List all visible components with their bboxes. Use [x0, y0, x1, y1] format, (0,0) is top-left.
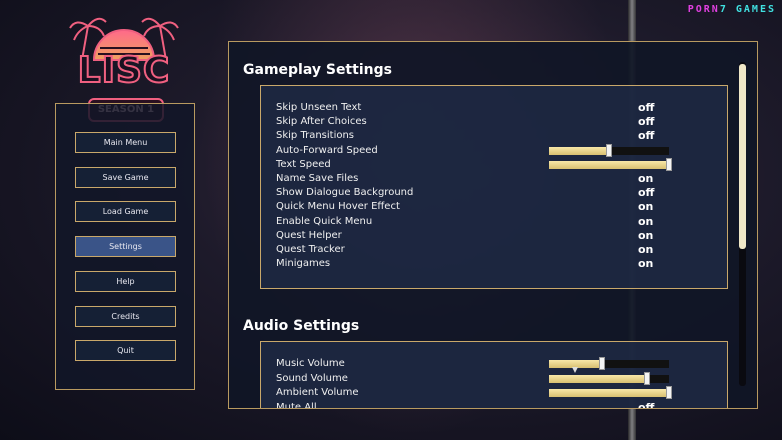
settings-scrollbar[interactable]: [739, 62, 746, 386]
setting-label: Music Volume: [276, 358, 345, 369]
setting-label: Sound Volume: [276, 372, 348, 384]
text-speed-slider[interactable]: [549, 157, 672, 171]
slider-fill: [549, 160, 669, 169]
setting-row-sound-volume: Sound Volume: [276, 371, 716, 386]
ambient-volume-slider[interactable]: [549, 386, 672, 399]
setting-label: Mute All: [276, 401, 317, 409]
mute-all-toggle[interactable]: off: [638, 401, 654, 409]
save-game-button[interactable]: Save Game: [75, 166, 176, 188]
slider-fill: [549, 374, 648, 383]
setting-row-quest-tracker: Quest Tracker on: [276, 243, 716, 257]
audio-settings-box: Music Volume Sound Volume Ambient Volume Mu…: [260, 341, 728, 409]
setting-label: Skip After Choices: [276, 116, 367, 128]
mouse-cursor-icon: [572, 367, 578, 373]
slider-knob[interactable]: [666, 386, 672, 399]
setting-label: Enable Quick Menu: [276, 215, 373, 227]
audio-settings-title: Audio Settings: [243, 318, 360, 334]
setting-label: Text Speed: [276, 158, 331, 170]
quest-helper-toggle[interactable]: on: [638, 229, 653, 242]
slider-knob[interactable]: [606, 143, 612, 157]
main-navigation-panel: Main Menu Save Game Load Game Settings Help C…: [55, 103, 195, 390]
setting-row-quick-menu-hover-effect: Quick Menu Hover Effect on: [276, 200, 716, 214]
quest-tracker-toggle[interactable]: on: [638, 243, 653, 256]
setting-row-name-save-files: Name Save Files on: [276, 172, 716, 186]
setting-row-skip-unseen-text: Skip Unseen Text off: [276, 101, 716, 115]
setting-label: Ambient Volume: [276, 387, 359, 398]
slider-knob[interactable]: [666, 157, 672, 171]
slider-fill: [549, 146, 609, 155]
setting-label: Quest Helper: [276, 229, 342, 241]
settings-panel: Gameplay Settings Skip Unseen Text off Ski…: [228, 41, 758, 409]
skip-after-choices-toggle[interactable]: off: [638, 115, 654, 128]
enable-quick-menu-toggle[interactable]: on: [638, 215, 653, 228]
setting-label: Minigames: [276, 258, 331, 270]
slider-knob[interactable]: [644, 371, 651, 385]
brand-part-1: PORN: [687, 4, 720, 15]
setting-row-auto-forward-speed: Auto-Forward Speed: [276, 143, 716, 158]
skip-transitions-toggle[interactable]: off: [638, 129, 654, 142]
help-button[interactable]: Help: [75, 270, 176, 292]
sound-volume-slider[interactable]: [549, 371, 669, 385]
setting-label: Quest Tracker: [276, 244, 345, 255]
setting-row-text-speed: Text Speed: [276, 157, 716, 172]
setting-row-quest-helper: Quest Helper on: [276, 229, 716, 243]
brand-part-2: 7 GAMES: [719, 4, 776, 15]
gameplay-settings-title: Gameplay Settings: [243, 62, 392, 78]
setting-row-enable-quick-menu: Enable Quick Menu on: [276, 215, 716, 229]
setting-label: Quick Menu Hover Effect: [276, 201, 400, 213]
minigames-toggle[interactable]: on: [638, 257, 653, 270]
name-save-files-toggle[interactable]: on: [638, 172, 653, 185]
slider-fill: [549, 389, 669, 397]
scrollbar-thumb[interactable]: [739, 64, 746, 249]
setting-row-music-volume: Music Volume: [276, 357, 716, 371]
quick-menu-hover-effect-toggle[interactable]: on: [638, 200, 653, 213]
setting-label: Name Save Files: [276, 173, 359, 184]
slider-knob[interactable]: [598, 357, 605, 370]
gameplay-settings-box: Skip Unseen Text off Skip After Choices off…: [260, 85, 728, 289]
setting-row-skip-transitions: Skip Transitions off: [276, 129, 716, 143]
setting-row-mute-all: Mute All off: [276, 401, 716, 409]
setting-label: Skip Transitions: [276, 130, 355, 142]
music-volume-slider[interactable]: [549, 357, 669, 370]
setting-row-show-dialogue-background: Show Dialogue Background off: [276, 186, 716, 200]
credits-button[interactable]: Credits: [75, 305, 176, 327]
show-dialogue-background-toggle[interactable]: off: [638, 186, 654, 199]
setting-row-minigames: Minigames on: [276, 257, 716, 271]
setting-label: Auto-Forward Speed: [276, 144, 378, 156]
brand-watermark: PORN7 GAMES: [688, 4, 776, 15]
quit-button[interactable]: Quit: [75, 340, 176, 362]
setting-row-skip-after-choices: Skip After Choices off: [276, 115, 716, 129]
setting-row-ambient-volume: Ambient Volume: [276, 386, 716, 400]
auto-forward-speed-slider[interactable]: [549, 143, 669, 157]
setting-label: Show Dialogue Background: [276, 187, 414, 199]
logo-title: LISC: [77, 49, 171, 92]
skip-unseen-text-toggle[interactable]: off: [638, 101, 654, 114]
main-menu-button[interactable]: Main Menu: [75, 132, 176, 153]
setting-label: Skip Unseen Text: [276, 102, 362, 113]
settings-button[interactable]: Settings: [75, 236, 176, 258]
load-game-button[interactable]: Load Game: [75, 201, 176, 223]
